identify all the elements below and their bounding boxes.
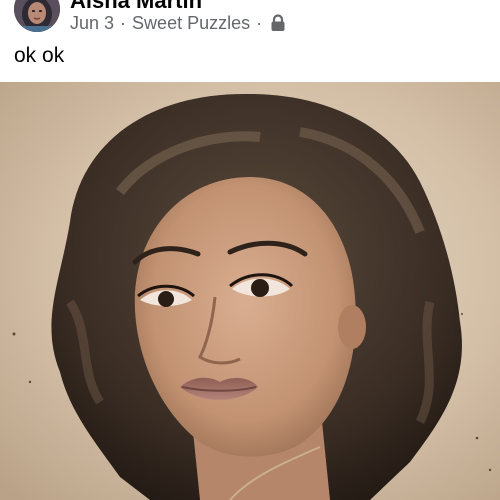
avatar-photo-icon (14, 0, 60, 32)
group-link[interactable]: Sweet Puzzles (132, 13, 250, 34)
post-header: Aisha Martin Jun 3 · Sweet Puzzles · (0, 0, 500, 40)
post-text: ok ok (14, 44, 65, 67)
meta-separator: · (256, 12, 263, 33)
vintage-portrait-image (0, 82, 500, 500)
post-date[interactable]: Jun 3 (70, 13, 114, 34)
lock-icon (270, 14, 286, 32)
meta-separator: · (120, 12, 127, 33)
feed-post: Aisha Martin Jun 3 · Sweet Puzzles · ok … (0, 0, 500, 500)
post-meta: Jun 3 · Sweet Puzzles · (70, 12, 286, 34)
post-photo[interactable] (0, 82, 500, 500)
author-avatar[interactable] (14, 0, 60, 32)
